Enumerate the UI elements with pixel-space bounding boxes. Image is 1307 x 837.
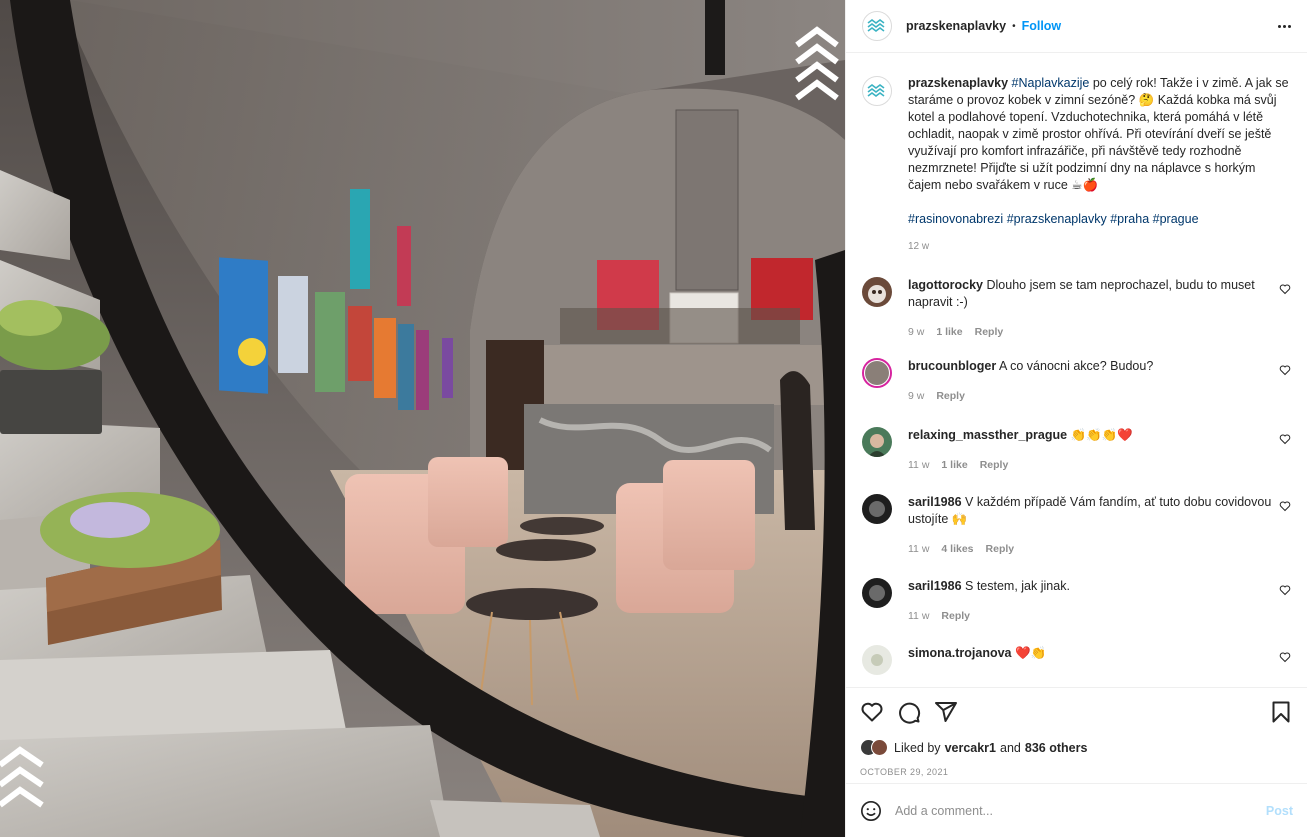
comment-username[interactable]: relaxing_massther_prague bbox=[908, 428, 1067, 442]
bookmark-icon[interactable] bbox=[1269, 700, 1293, 724]
comment-item: saril1986 S testem, jak jinak. 11 w Reply bbox=[862, 578, 1291, 625]
reply-button[interactable]: Reply bbox=[980, 457, 1009, 474]
comment-item: brucounbloger A co vánocni akce? Budou? … bbox=[862, 358, 1291, 405]
liked-by-others[interactable]: 836 others bbox=[1025, 741, 1088, 755]
post-actions: Liked by vercakr1 and 836 others OCTOBER… bbox=[846, 687, 1307, 837]
caption-username[interactable]: prazskenaplavky bbox=[908, 76, 1008, 90]
comment-time[interactable]: 11 w bbox=[908, 541, 929, 558]
commenter-avatar[interactable] bbox=[862, 358, 892, 388]
comment-item: lagottorocky Dlouho jsem se tam neprocha… bbox=[862, 277, 1291, 341]
more-options-icon[interactable] bbox=[1278, 24, 1291, 28]
comment-text: ❤️👏 bbox=[1014, 646, 1047, 660]
post-date[interactable]: OCTOBER 29, 2021 bbox=[860, 767, 1293, 777]
share-icon[interactable] bbox=[934, 700, 958, 724]
likes-summary: Liked by vercakr1 and 836 others bbox=[860, 739, 1293, 756]
post-panel: prazskenaplavky • Follow prazskenaplavky bbox=[845, 0, 1307, 837]
caption-hashtag[interactable]: #Naplavkazije bbox=[1012, 76, 1090, 90]
hashtag-link[interactable]: #rasinovonabrezi bbox=[908, 212, 1003, 226]
header-separator: • bbox=[1012, 20, 1016, 32]
comment-time[interactable]: 11 w bbox=[908, 608, 929, 625]
commenter-avatar[interactable] bbox=[862, 645, 892, 675]
post-caption: prazskenaplavky #Naplavkazije po celý ro… bbox=[862, 53, 1291, 255]
comment-item: relaxing_massther_prague 👏👏👏❤️ 11 w 1 lik… bbox=[862, 427, 1291, 474]
comment-time[interactable]: 11 w bbox=[908, 457, 929, 474]
follow-button[interactable]: Follow bbox=[1022, 19, 1062, 33]
comment-text: S testem, jak jinak. bbox=[965, 579, 1070, 593]
liked-by-and: and bbox=[1000, 740, 1021, 755]
comment-text: 👏👏👏❤️ bbox=[1070, 428, 1133, 442]
comment-input[interactable] bbox=[895, 803, 1266, 818]
liked-by-user[interactable]: vercakr1 bbox=[945, 741, 996, 755]
reply-button[interactable]: Reply bbox=[986, 541, 1015, 558]
author-username[interactable]: prazskenaplavky bbox=[906, 19, 1006, 33]
post-button[interactable]: Post bbox=[1266, 804, 1293, 818]
caption-timestamp[interactable]: 12 w bbox=[908, 238, 1291, 255]
comment-item: simona.trojanova ❤️👏 bbox=[862, 645, 1291, 675]
comment-likes[interactable]: 1 like bbox=[936, 324, 962, 341]
comment-icon[interactable] bbox=[897, 700, 921, 724]
hashtag-link[interactable]: #prazskenaplavky bbox=[1007, 212, 1107, 226]
post-header: prazskenaplavky • Follow bbox=[846, 0, 1307, 53]
emoji-icon[interactable] bbox=[860, 800, 882, 822]
comment-username[interactable]: lagottorocky bbox=[908, 278, 983, 292]
comment-likes[interactable]: 1 like bbox=[941, 457, 967, 474]
comment-username[interactable]: saril1986 bbox=[908, 579, 962, 593]
comment-text: V každém případě Vám fandím, ať tuto dob… bbox=[908, 495, 1272, 526]
logo-wave-icon bbox=[867, 84, 885, 97]
caption-text: po celý rok! Takže i v zimě. A jak se st… bbox=[908, 76, 1289, 192]
heart-icon[interactable] bbox=[1279, 283, 1291, 295]
liker-avatar bbox=[871, 739, 888, 756]
reply-button[interactable]: Reply bbox=[936, 388, 965, 405]
heart-icon[interactable] bbox=[1279, 584, 1291, 596]
liked-by-prefix: Liked by bbox=[894, 740, 941, 755]
comment-username[interactable]: simona.trojanova bbox=[908, 646, 1012, 660]
post-image[interactable] bbox=[0, 0, 845, 837]
add-comment-bar: Post bbox=[846, 783, 1307, 837]
comment-time[interactable]: 9 w bbox=[908, 388, 924, 405]
heart-icon[interactable] bbox=[860, 700, 884, 724]
comment-text: A co vánocni akce? Budou? bbox=[999, 359, 1154, 373]
comment-username[interactable]: brucounbloger bbox=[908, 359, 996, 373]
comment-item: saril1986 V každém případě Vám fandím, a… bbox=[862, 494, 1291, 558]
commenter-avatar[interactable] bbox=[862, 578, 892, 608]
author-avatar[interactable] bbox=[862, 11, 892, 41]
comment-username[interactable]: saril1986 bbox=[908, 495, 962, 509]
caption-avatar[interactable] bbox=[862, 76, 892, 106]
reply-button[interactable]: Reply bbox=[941, 608, 970, 625]
heart-icon[interactable] bbox=[1279, 364, 1291, 376]
cafe-interior-photo bbox=[0, 0, 845, 837]
reply-button[interactable]: Reply bbox=[975, 324, 1004, 341]
hashtag-link[interactable]: #prague bbox=[1153, 212, 1199, 226]
hashtag-link[interactable]: #praha bbox=[1110, 212, 1149, 226]
comments-scroll[interactable]: prazskenaplavky #Naplavkazije po celý ro… bbox=[846, 53, 1307, 687]
caption-hashtags: #rasinovonabrezi #prazskenaplavky #praha… bbox=[908, 211, 1291, 228]
heart-icon[interactable] bbox=[1279, 651, 1291, 663]
comment-likes[interactable]: 4 likes bbox=[941, 541, 973, 558]
heart-icon[interactable] bbox=[1279, 500, 1291, 512]
comment-time[interactable]: 9 w bbox=[908, 324, 924, 341]
commenter-avatar[interactable] bbox=[862, 494, 892, 524]
commenter-avatar[interactable] bbox=[862, 427, 892, 457]
logo-wave-icon bbox=[867, 19, 885, 32]
heart-icon[interactable] bbox=[1279, 433, 1291, 445]
commenter-avatar[interactable] bbox=[862, 277, 892, 307]
